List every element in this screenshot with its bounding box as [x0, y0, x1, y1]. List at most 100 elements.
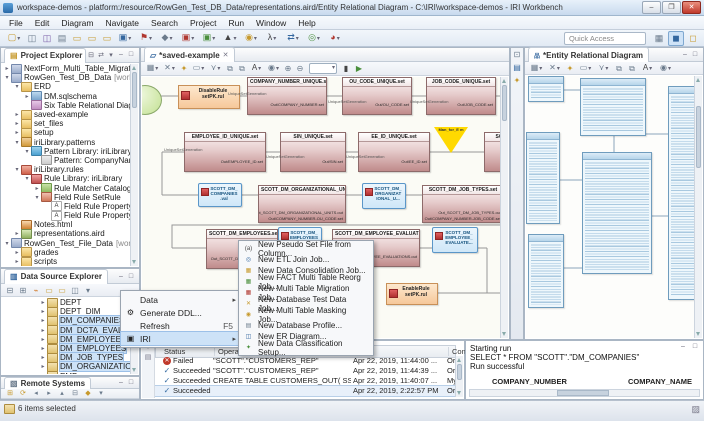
new-connection-icon[interactable]: ⊞ [4, 389, 16, 398]
diagram-node[interactable]: SCOTT_DM_JOB_TYPES.set Out_SCOTT_DM_JOB_… [422, 185, 501, 223]
menu-item[interactable]: File [4, 18, 28, 28]
editor-scrollbar[interactable] [500, 77, 508, 338]
diagram-node[interactable]: SCOTT [484, 132, 501, 172]
tree-arrow[interactable]: ▸ [39, 363, 47, 370]
menu-item[interactable]: Navigate [100, 18, 144, 28]
erd-canvas[interactable] [526, 76, 695, 338]
submenu-item[interactable]: ◎ New ETL Join Job... [239, 254, 373, 265]
diagram-node[interactable]: EE_ID_UNIQUE.set Out/EE_ID.set [358, 132, 430, 172]
menu-item[interactable]: Project [185, 18, 221, 28]
col-company-number[interactable]: COMPANY_NUMBER [492, 377, 567, 386]
perspective-other-icon[interactable]: ◻ [686, 32, 700, 45]
tab-project-explorer[interactable]: ▤ Project Explorer [4, 48, 86, 63]
view-menu-icon[interactable]: ▾ [106, 51, 116, 59]
connect-plug-icon[interactable]: ⌁ [30, 285, 42, 296]
tree-arrow[interactable]: ▾ [33, 194, 41, 201]
flag-icon[interactable]: ⚑ [136, 31, 156, 46]
delete-tool-icon[interactable]: ✕ [161, 62, 178, 75]
tree-arrow[interactable]: ▾ [23, 175, 31, 182]
erd-scrollbar[interactable] [694, 76, 702, 338]
diagram-node[interactable]: SCOTT_DM_ EMPLOYEE_ EVALUATE... [432, 227, 478, 253]
tree-item[interactable]: ▸ scripts [1, 257, 132, 266]
palette-icon[interactable]: ✦ [564, 63, 576, 74]
dse-table-item[interactable]: ▸ DM_EMPLOYEES [1, 344, 132, 353]
maximize-view-icon[interactable]: □ [126, 379, 136, 386]
submenu-item[interactable]: ✦ New Data Classification Setup... [239, 342, 373, 353]
dse-table-item[interactable]: ▸ DEPT_DIM [1, 307, 132, 316]
submenu-item[interactable]: ▤ New Database Profile... [239, 320, 373, 331]
select-tool-icon[interactable]: ▦ [528, 62, 545, 75]
minimize-view-icon[interactable]: – [116, 273, 126, 280]
tree-arrow[interactable]: ▸ [13, 111, 21, 118]
submenu-item[interactable]: (a) New Pseudo Set File from Column... [239, 243, 373, 254]
copy-diagram-icon[interactable]: ⧉ [626, 63, 638, 74]
diagram-node[interactable]: EMPLOYEE_ID_UNIQUE.set Out/EMPLOYEE_ID.s… [184, 132, 266, 172]
tree-arrow[interactable]: ▾ [13, 83, 21, 90]
dse-table-item[interactable]: ▸ DM_COMPANIES [1, 316, 132, 325]
tree-item[interactable]: ▸ NextForm_Multi_Table_Migration [workbe… [1, 64, 132, 73]
tree-item[interactable]: Field Rule Property: SET [1, 202, 132, 211]
sql-result-row[interactable]: Succeeded Apr 22, 2019, 2:22:57 PM Oracl… [155, 386, 456, 396]
dse-table-item[interactable]: ▸ DM_DCTA_EVALUATIO [1, 326, 132, 335]
maximize-view-icon[interactable]: □ [126, 273, 136, 280]
tree-arrow[interactable]: ▸ [39, 308, 47, 315]
dse-table-item[interactable]: ▸ EMP [1, 372, 132, 375]
tree-arrow[interactable]: ▸ [39, 317, 47, 324]
tree-arrow[interactable]: ▾ [3, 240, 11, 247]
tree-item[interactable]: ▾ RowGen_Test_DB_Data [workbench-demos m [1, 73, 132, 82]
diagram-node[interactable]: JOB_CODE_UNIQUE.set Out/JOB_CODE.set [426, 77, 496, 115]
menu-item[interactable]: Diagram [56, 18, 98, 28]
tab-saved-example[interactable]: ▱ *saved-example ✕ [144, 47, 235, 62]
col-company-name[interactable]: COMPANY_NAME [628, 377, 692, 386]
view-menu-icon[interactable]: ▾ [82, 285, 94, 296]
view-menu-icon[interactable]: ▾ [95, 389, 107, 398]
tab-data-source-explorer[interactable]: ▥ Data Source Explorer [4, 269, 108, 284]
menu-item[interactable]: Help [293, 18, 320, 28]
export-profile-icon[interactable]: ▭ [56, 285, 68, 296]
tree-item[interactable]: ▾ iriLibrary.rules [1, 165, 132, 174]
tree-arrow[interactable]: ▸ [13, 129, 21, 136]
tree-arrow[interactable]: ▸ [39, 336, 47, 343]
menu-item[interactable]: Window [251, 18, 291, 28]
maximize-button[interactable]: ❐ [662, 1, 681, 14]
diagram-node[interactable]: OU_CODE_UNIQUE.set Out/OU_CODE.set [342, 77, 412, 115]
search-db-icon[interactable]: ◕ [325, 31, 345, 46]
context-menu-item[interactable]: Data ▸ [121, 293, 239, 306]
minimize-view-icon[interactable]: – [680, 51, 690, 58]
collapse-all-icon[interactable]: ⊟ [86, 51, 96, 59]
collapse-icon[interactable]: ⊟ [69, 389, 81, 398]
palette-icon[interactable]: ✦ [178, 63, 190, 74]
diagram-node[interactable]: SCOTT_DM_ORGANIZATIONAL_UNITS.set Out_SC… [258, 185, 346, 223]
save-profile-icon[interactable]: ◫ [69, 285, 81, 296]
tree-item[interactable]: ▾ Rule Library: iriLibrary [1, 174, 132, 183]
tree-item[interactable]: ▾ iriLibrary.patterns [1, 138, 132, 147]
tree-arrow[interactable]: ▸ [39, 373, 47, 374]
print-icon[interactable]: ▤ [55, 32, 69, 45]
angle-icon[interactable]: ◆ [157, 31, 177, 46]
compare-icon[interactable]: ⇄ [283, 31, 303, 46]
target-icon[interactable]: ◎ [304, 31, 324, 46]
menu-item[interactable]: Edit [30, 18, 55, 28]
diagram-node[interactable]: SIN_UNIQUE.set Out/SIN.set [280, 132, 346, 172]
tree-arrow[interactable]: ▸ [39, 354, 47, 361]
erd-entity[interactable] [582, 152, 652, 274]
layout-icon[interactable]: ◉ [265, 62, 282, 75]
minimize-button[interactable]: – [642, 1, 661, 14]
sql-results-scrollbar[interactable] [455, 356, 463, 397]
perspective-iri-icon[interactable]: ◼ [668, 31, 684, 46]
maximize-view-icon[interactable]: □ [690, 343, 700, 350]
col-status[interactable]: Status [164, 347, 185, 356]
collapse-all-icon[interactable]: ⊟ [4, 285, 16, 296]
tree-arrow[interactable]: ▸ [39, 299, 47, 306]
tree-item[interactable]: Six Table Relational Diagram.png [1, 101, 132, 110]
erd-entity[interactable] [526, 132, 560, 224]
dse-table-item[interactable]: ▸ DEPT [1, 298, 132, 307]
context-menu-item[interactable]: ▣ IRI ▸ [121, 332, 239, 345]
refresh-icon[interactable]: ⟳ [17, 389, 29, 398]
minimize-view-icon[interactable]: – [116, 379, 126, 386]
tree-arrow[interactable]: ▸ [39, 327, 47, 334]
perspective-grid-icon[interactable]: ▦ [652, 32, 666, 45]
save-icon[interactable]: ◫ [25, 32, 39, 45]
maximize-view-icon[interactable]: □ [690, 51, 700, 58]
outline-view-icon[interactable]: ▤ [512, 63, 523, 73]
